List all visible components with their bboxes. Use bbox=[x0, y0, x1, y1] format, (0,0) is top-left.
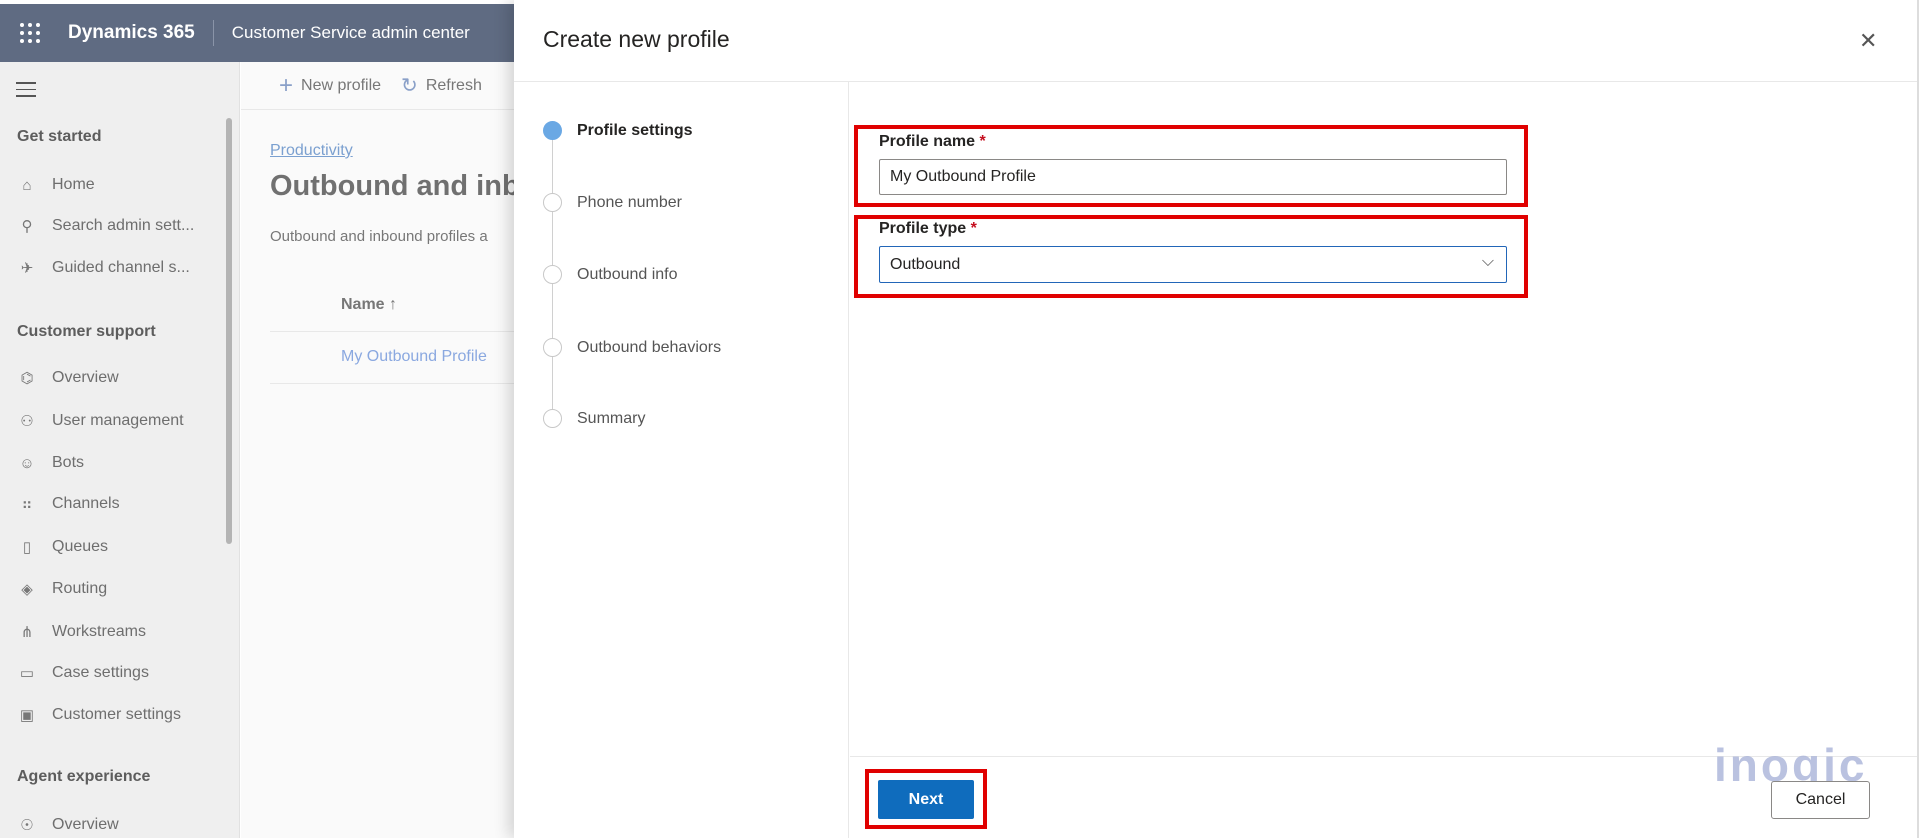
step-indicator-icon bbox=[543, 338, 562, 357]
sidebar-item-customer-settings[interactable]: ▣ Customer settings bbox=[17, 706, 181, 724]
profile-type-select[interactable]: Outbound ⌵ bbox=[879, 246, 1507, 283]
section-customer-support: Customer support bbox=[17, 323, 156, 340]
step-indicator-icon bbox=[543, 265, 562, 284]
sidebar-item-queues[interactable]: ▯ Queues bbox=[17, 538, 108, 556]
brand[interactable]: Dynamics 365 bbox=[68, 22, 195, 44]
sidebar-item-overview[interactable]: ⌬ Overview bbox=[17, 369, 118, 387]
cancel-button[interactable]: Cancel bbox=[1771, 781, 1870, 819]
home-icon: ⌂ bbox=[22, 176, 32, 194]
person-icon: ☉ bbox=[20, 817, 34, 834]
close-icon[interactable]: ✕ bbox=[1859, 28, 1877, 54]
step-outbound-behaviors[interactable]: Outbound behaviors bbox=[543, 338, 721, 357]
wizard-steps: Profile settings Phone number Outbound i… bbox=[514, 82, 849, 838]
table-row[interactable]: My Outbound Profile bbox=[270, 332, 514, 384]
new-profile-button[interactable]: New profile bbox=[301, 77, 381, 95]
next-button[interactable]: Next bbox=[878, 780, 974, 819]
step-summary[interactable]: Summary bbox=[543, 409, 645, 428]
column-header-name[interactable]: Name ↑ bbox=[270, 284, 514, 332]
sidebar-item-agent-overview[interactable]: ☉ Overview bbox=[17, 816, 118, 834]
plus-icon: + bbox=[279, 71, 294, 99]
hamburger-icon[interactable] bbox=[16, 82, 36, 102]
app-name: Customer Service admin center bbox=[231, 23, 470, 42]
sidebar-item-channels[interactable]: ⠶ Channels bbox=[17, 495, 120, 513]
overview-icon: ⌬ bbox=[20, 370, 34, 387]
panel-title: Create new profile bbox=[543, 26, 730, 52]
channels-icon: ⠶ bbox=[21, 496, 33, 513]
step-profile-settings[interactable]: Profile settings bbox=[543, 121, 693, 140]
breadcrumb-productivity[interactable]: Productivity bbox=[270, 142, 353, 160]
sidebar-item-guided-channel[interactable]: ✈ Guided channel s... bbox=[17, 259, 190, 277]
sidebar-item-search[interactable]: ⚲ Search admin sett... bbox=[17, 217, 195, 235]
rocket-icon: ✈ bbox=[20, 260, 34, 277]
main-content: + New profile ↻ Refresh Productivity Out… bbox=[241, 62, 703, 838]
sidebar-scrollbar[interactable] bbox=[226, 118, 232, 544]
step-indicator-icon bbox=[543, 409, 562, 428]
sidebar-item-user-management[interactable]: ⚇ User management bbox=[17, 412, 183, 430]
case-icon: ▭ bbox=[19, 665, 35, 682]
sidebar-item-routing[interactable]: ◈ Routing bbox=[17, 580, 107, 598]
profile-name-label: Profile name * bbox=[879, 133, 986, 150]
routing-icon: ◈ bbox=[21, 581, 33, 598]
create-profile-panel: Create new profile ✕ Profile settings Ph… bbox=[514, 0, 1919, 838]
step-phone-number[interactable]: Phone number bbox=[543, 193, 682, 212]
section-agent-experience: Agent experience bbox=[17, 768, 151, 785]
profile-name-input[interactable] bbox=[879, 159, 1507, 195]
page-description: Outbound and inbound profiles a bbox=[270, 228, 488, 245]
sidebar-item-workstreams[interactable]: ⋔ Workstreams bbox=[17, 623, 146, 641]
divider bbox=[212, 20, 214, 46]
workstream-icon: ⋔ bbox=[20, 624, 34, 641]
search-icon: ⚲ bbox=[21, 218, 33, 235]
users-icon: ⚇ bbox=[20, 413, 34, 430]
step-indicator-icon bbox=[543, 193, 562, 212]
refresh-button[interactable]: Refresh bbox=[426, 77, 482, 95]
command-bar: + New profile ↻ Refresh bbox=[241, 62, 514, 110]
sidebar-item-case-settings[interactable]: ▭ Case settings bbox=[17, 664, 149, 682]
sidebar-item-home[interactable]: ⌂ Home bbox=[17, 176, 94, 194]
section-get-started: Get started bbox=[17, 128, 102, 145]
bot-icon: ☺ bbox=[19, 454, 35, 472]
chevron-down-icon: ⌵ bbox=[1481, 253, 1494, 270]
step-outbound-info[interactable]: Outbound info bbox=[543, 265, 678, 284]
sidebar: Get started ⌂ Home ⚲ Search admin sett... … bbox=[0, 62, 240, 838]
profile-type-label: Profile type * bbox=[879, 220, 977, 237]
queue-icon: ▯ bbox=[22, 539, 32, 556]
app-launcher-icon[interactable] bbox=[18, 21, 42, 45]
app-header: Dynamics 365 Customer Service admin cent… bbox=[0, 4, 514, 62]
customer-icon: ▣ bbox=[19, 707, 35, 724]
sidebar-item-bots[interactable]: ☺ Bots bbox=[17, 454, 84, 472]
step-indicator-icon bbox=[543, 121, 562, 140]
refresh-icon: ↻ bbox=[401, 75, 418, 97]
